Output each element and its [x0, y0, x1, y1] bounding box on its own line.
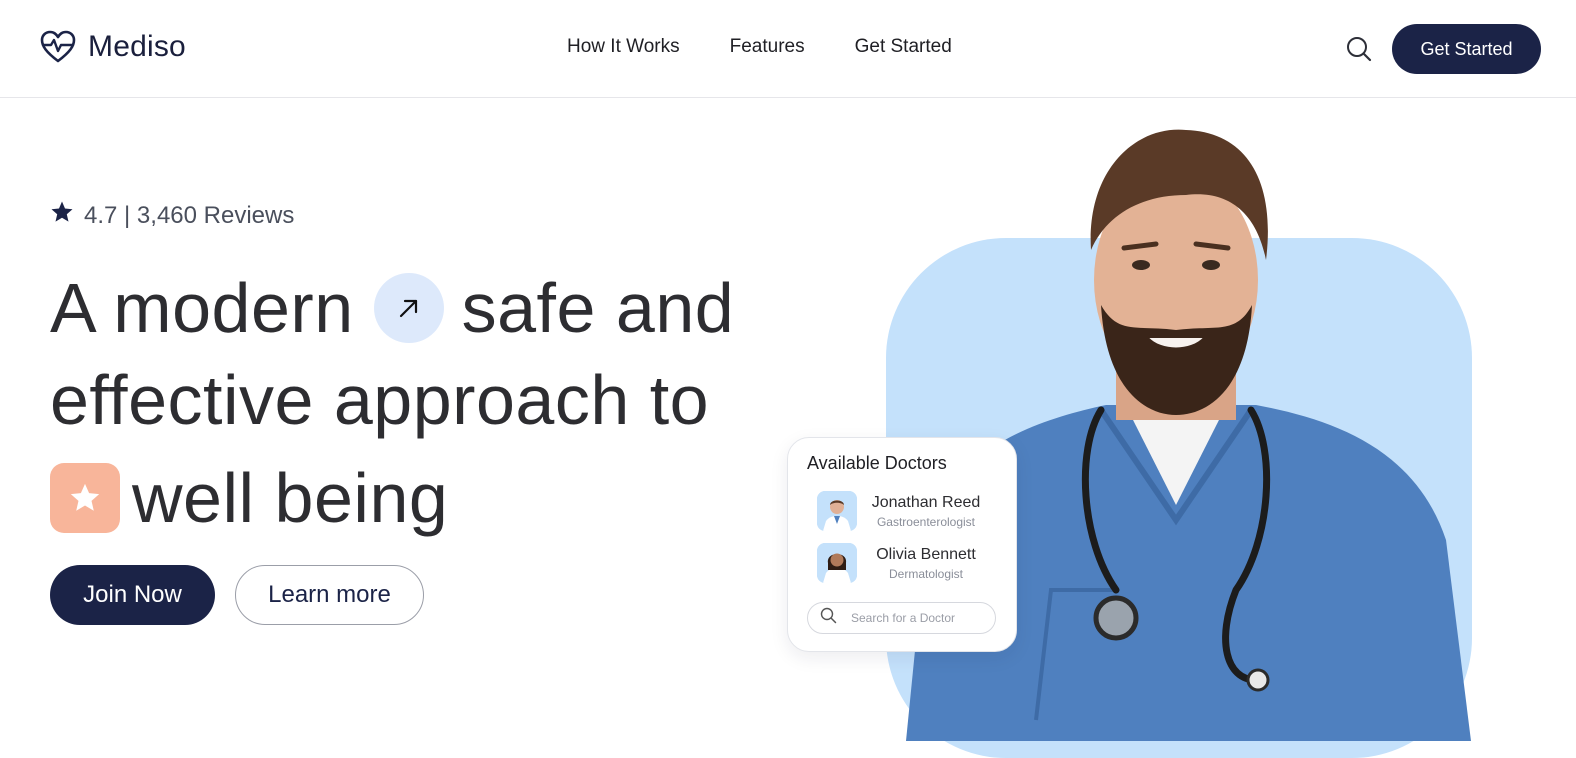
doctor-specialty: Dermatologist — [888, 566, 964, 581]
headline-line-2: effective approach to — [50, 354, 734, 446]
heart-pulse-icon — [40, 30, 76, 64]
nav-how-it-works[interactable]: How It Works — [567, 36, 680, 58]
brand-logo[interactable]: Mediso — [40, 30, 186, 64]
available-doctors-card: Available Doctors Jonathan Reed Gastroen… — [787, 437, 1017, 652]
brand-name: Mediso — [88, 30, 186, 63]
headline-part-2: safe and — [461, 269, 735, 347]
get-started-button[interactable]: Get Started — [1392, 24, 1541, 74]
headline-part-4: well being — [132, 459, 449, 537]
star-icon — [50, 200, 74, 231]
join-now-button[interactable]: Join Now — [50, 565, 215, 625]
doctor-search-input[interactable] — [849, 610, 983, 626]
arrow-up-right-icon — [373, 273, 444, 343]
rating-summary: 4.7 | 3,460 Reviews — [50, 200, 294, 231]
search-icon — [820, 607, 837, 629]
hero-headline: A modern safe and effective approach to … — [50, 262, 734, 544]
avatar — [817, 491, 857, 531]
doctor-list-item[interactable]: Jonathan Reed Gastroenterologist — [817, 491, 981, 531]
nav-features[interactable]: Features — [730, 36, 805, 58]
star-badge-icon — [50, 463, 120, 533]
search-icon[interactable] — [1345, 35, 1373, 63]
headline-line-1: A modern safe and — [50, 262, 734, 354]
nav-get-started[interactable]: Get Started — [855, 36, 952, 58]
site-header: Mediso How It Works Features Get Started… — [0, 0, 1576, 98]
headline-part-3: effective approach to — [50, 361, 710, 439]
doctor-info: Jonathan Reed Gastroenterologist — [871, 494, 981, 529]
doctor-list-item[interactable]: Olivia Bennett Dermatologist — [817, 543, 981, 583]
rating-text: 4.7 | 3,460 Reviews — [84, 201, 295, 229]
doctor-search-box[interactable] — [807, 602, 996, 634]
headline-line-3: well being — [50, 452, 734, 544]
card-title: Available Doctors — [807, 453, 947, 473]
headline-part-1: A modern — [50, 269, 354, 347]
doctor-name: Olivia Bennett — [876, 545, 976, 563]
doctor-specialty: Gastroenterologist — [876, 514, 976, 529]
avatar — [817, 543, 857, 583]
learn-more-button[interactable]: Learn more — [235, 565, 424, 625]
main-nav: How It Works Features Get Started — [567, 36, 952, 58]
doctor-info: Olivia Bennett Dermatologist — [871, 546, 981, 581]
doctor-name: Jonathan Reed — [871, 493, 981, 511]
